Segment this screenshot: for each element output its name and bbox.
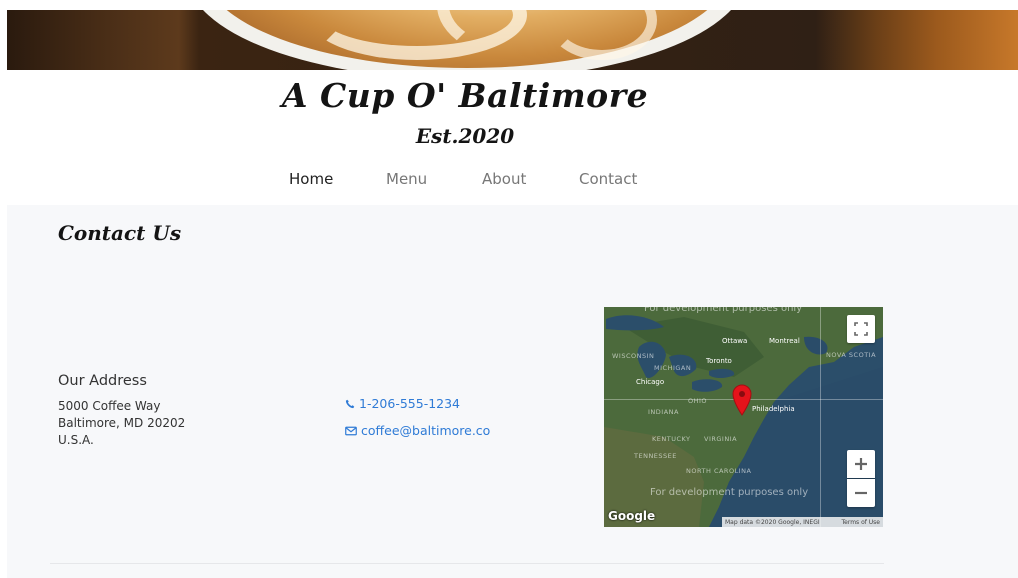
fullscreen-button[interactable] [847,315,875,343]
nav-item-contact[interactable]: Contact [579,170,637,188]
plus-icon [855,458,867,470]
envelope-icon [345,426,357,435]
nav-item-about[interactable]: About [482,170,526,188]
map-city-label: Montreal [769,337,800,345]
nav-item-home[interactable]: Home [289,170,333,188]
map-watermark: For development purposes only [644,307,803,314]
map-state-label: NOVA SCOTIA [826,351,877,359]
email-address: coffee@baltimore.co [361,423,491,438]
minus-icon [855,491,867,495]
address-line: U.S.A. [58,433,94,447]
phone-number: 1-206-555-1234 [359,396,461,411]
map-grid-line [820,307,821,527]
map-city-label: Chicago [636,378,665,386]
google-logo: Google [608,509,656,523]
map-watermark: For development purposes only [650,487,809,498]
map-state-label: OHIO [688,397,708,405]
map-state-label: WISCONSIN [612,352,655,360]
phone-icon [345,399,355,408]
map-city-label: Toronto [706,357,732,365]
hero-banner-image [7,10,1018,70]
address-line: 5000 Coffee Way [58,399,161,413]
contact-section: Contact Us Our Address 5000 Coffee Way B… [7,205,1018,578]
zoom-out-button[interactable] [847,479,875,507]
zoom-in-button[interactable] [847,450,875,478]
map-attribution: Map data ©2020 Google, INEGI [725,518,820,526]
address-line: Baltimore, MD 20202 [58,416,186,430]
map-city-label: Philadelphia [752,405,795,413]
email-link[interactable]: coffee@baltimore.co [345,423,490,438]
phone-link[interactable]: 1-206-555-1234 [345,396,460,411]
main-nav: Home Menu About Contact [0,170,930,192]
site-title: A Cup O' Baltimore [281,76,649,115]
fullscreen-icon [854,322,868,336]
map-city-label: Ottawa [722,337,748,345]
section-title: Contact Us [58,221,182,245]
map-state-label: KENTUCKY [652,435,691,443]
site-subtitle: Est.2020 [415,124,515,148]
section-divider [50,563,884,564]
terms-link[interactable]: Terms of Use [842,519,880,526]
address-heading: Our Address [58,373,147,389]
map-state-label: MICHIGAN [654,364,692,372]
nav-item-menu[interactable]: Menu [386,170,427,188]
map-state-label: NORTH CAROLINA [686,467,752,475]
map-state-label: INDIANA [648,408,679,416]
map-state-label: TENNESSEE [634,452,677,460]
map-state-label: VIRGINIA [704,435,738,443]
map-pin-icon[interactable] [732,384,752,416]
map-attribution-bar: Map data ©2020 Google, INEGI Terms of Us… [722,517,883,527]
location-map[interactable]: For development purposes only For develo… [604,307,883,527]
